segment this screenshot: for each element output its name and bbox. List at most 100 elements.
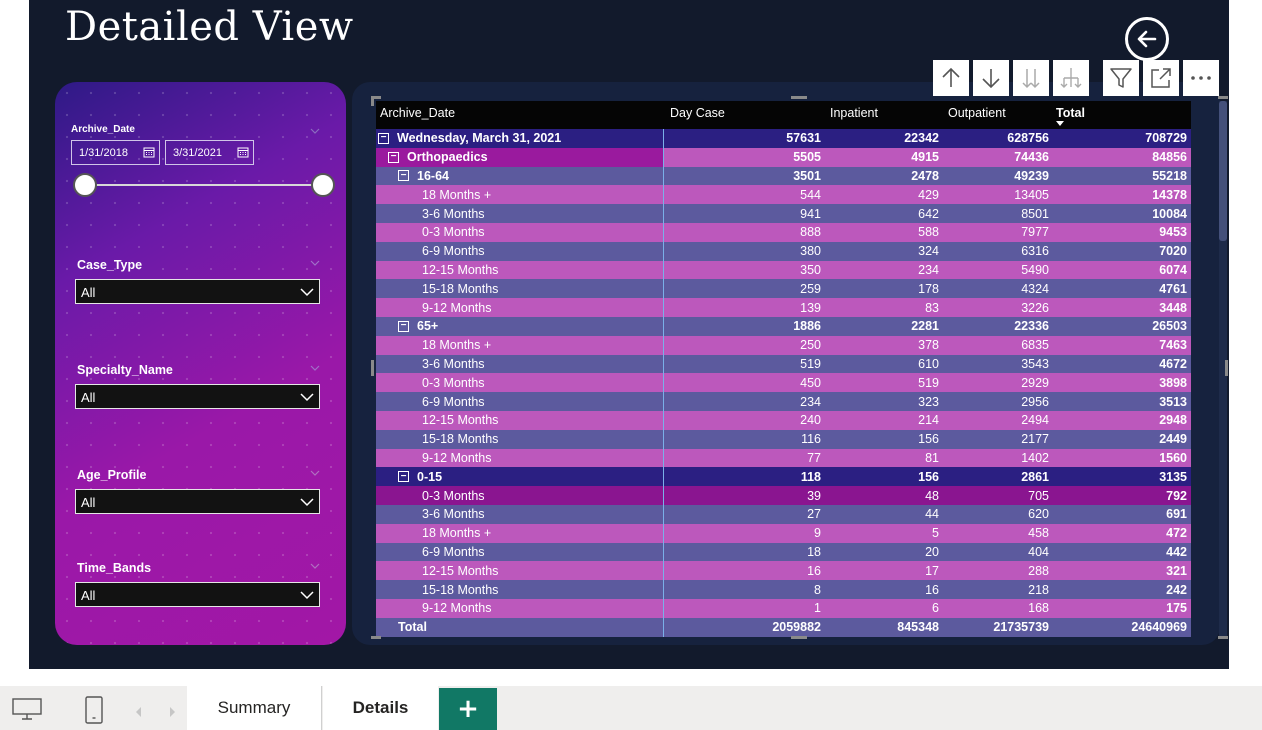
table-row[interactable]: 0-3 Months 450 519 2929 3898: [376, 373, 1191, 393]
table-row[interactable]: 3-6 Months 27 44 620 691: [376, 504, 1191, 524]
column-header-inpatient[interactable]: Inpatient: [824, 101, 942, 129]
collapse-icon[interactable]: −: [398, 170, 409, 182]
row-label: 65+: [417, 319, 439, 334]
end-date-input[interactable]: 3/31/2021: [165, 140, 254, 165]
value-cell: 16: [925, 582, 939, 597]
table-row[interactable]: 15-18 Months 259 178 4324 4761: [376, 279, 1191, 299]
row-label-cell: 3-6 Months: [376, 354, 664, 374]
total-value-cell: 21735739: [993, 620, 1049, 635]
case-type-dropdown[interactable]: All: [75, 279, 320, 304]
chevron-down-icon[interactable]: [310, 126, 320, 136]
value-cell: 288: [1028, 563, 1049, 578]
table-row[interactable]: −0-15 118 156 2861 3135: [376, 467, 1191, 487]
row-label-cell: 0-3 Months: [376, 222, 664, 242]
chevron-down-icon[interactable]: [310, 258, 320, 268]
specialty-name-dropdown[interactable]: All: [75, 384, 320, 409]
table-row[interactable]: 15-18 Months 8 16 218 242: [376, 580, 1191, 599]
resize-handle[interactable]: [1225, 360, 1228, 376]
resize-handle[interactable]: [371, 96, 374, 106]
row-label-cell: −16-64: [376, 166, 664, 186]
chevron-down-icon: [300, 393, 314, 402]
chevron-right-icon[interactable]: [167, 706, 177, 718]
calendar-icon[interactable]: [237, 146, 249, 158]
table-row[interactable]: −65+ 1886 2281 22336 26503: [376, 316, 1191, 336]
resize-handle[interactable]: [791, 96, 807, 99]
table-row[interactable]: 18 Months + 9 5 458 472: [376, 523, 1191, 543]
drill-up-button[interactable]: [933, 60, 969, 96]
date-range-slider-track[interactable]: [85, 184, 323, 186]
value-cell: 242: [1166, 582, 1187, 597]
resize-handle[interactable]: [1218, 96, 1228, 99]
row-label: 6-9 Months: [422, 544, 485, 559]
table-row[interactable]: −16-64 3501 2478 49239 55218: [376, 166, 1191, 186]
collapse-icon[interactable]: −: [378, 132, 389, 144]
value-cell: 2478: [911, 168, 939, 183]
phone-icon[interactable]: [85, 696, 103, 724]
tab-summary[interactable]: Summary: [187, 686, 322, 730]
resize-handle[interactable]: [791, 636, 807, 639]
more-options-button[interactable]: [1183, 60, 1219, 96]
table-row[interactable]: 12-15 Months 350 234 5490 6074: [376, 260, 1191, 280]
value-cell: 5490: [1021, 262, 1049, 277]
resize-handle[interactable]: [371, 636, 381, 639]
drill-up-icon: [942, 67, 960, 87]
column-header-total[interactable]: Total: [1052, 101, 1190, 129]
value-cell: 6074: [1159, 262, 1187, 277]
collapse-icon[interactable]: −: [388, 151, 399, 163]
table-row[interactable]: 0-3 Months 888 588 7977 9453: [376, 222, 1191, 242]
chevron-down-icon[interactable]: [310, 561, 320, 571]
column-header-outpatient[interactable]: Outpatient: [942, 101, 1052, 129]
filter-button[interactable]: [1103, 60, 1139, 96]
chevron-left-icon[interactable]: [134, 706, 144, 718]
expand-hierarchy-button[interactable]: [1053, 60, 1089, 96]
collapse-icon[interactable]: −: [398, 471, 409, 483]
value-cell: 429: [918, 187, 939, 202]
value-cell: 6316: [1021, 244, 1049, 259]
table-row[interactable]: 0-3 Months 39 48 705 792: [376, 486, 1191, 505]
table-row[interactable]: 15-18 Months 116 156 2177 2449: [376, 429, 1191, 449]
row-label: 12-15 Months: [422, 413, 499, 428]
table-row[interactable]: 6-9 Months 18 20 404 442: [376, 542, 1191, 562]
value-cell: 5505: [793, 150, 821, 165]
resize-handle[interactable]: [1218, 636, 1228, 639]
column-header-day-case[interactable]: Day Case: [664, 101, 824, 129]
row-label-cell: 18 Months +: [376, 185, 664, 205]
back-button[interactable]: [1125, 17, 1169, 61]
chevron-down-icon[interactable]: [310, 468, 320, 478]
row-label: 0-3 Months: [422, 225, 485, 240]
table-row[interactable]: − Orthopaedics 5505 4915 74436 84856: [376, 147, 1191, 167]
row-label: 12-15 Months: [422, 262, 499, 277]
table-row[interactable]: 9-12 Months 139 83 3226 3448: [376, 298, 1191, 317]
table-row[interactable]: 18 Months + 544 429 13405 14378: [376, 185, 1191, 205]
collapse-icon[interactable]: −: [398, 320, 409, 332]
tab-details[interactable]: Details: [323, 686, 438, 730]
resize-handle[interactable]: [371, 360, 374, 376]
time-bands-dropdown[interactable]: All: [75, 582, 320, 607]
slider-end-handle[interactable]: [311, 173, 335, 197]
age-profile-dropdown[interactable]: All: [75, 489, 320, 514]
table-row[interactable]: 12-15 Months 16 17 288 321: [376, 561, 1191, 581]
table-row[interactable]: 3-6 Months 941 642 8501 10084: [376, 204, 1191, 223]
expand-all-button[interactable]: [1013, 60, 1049, 96]
matrix-scroll-thumb[interactable]: [1219, 101, 1227, 241]
chevron-down-icon[interactable]: [310, 363, 320, 373]
start-date-input[interactable]: 1/31/2018: [71, 140, 160, 165]
table-row[interactable]: − Wednesday, March 31, 2021 57631 22342 6287…: [376, 129, 1191, 148]
table-row[interactable]: 6-9 Months 380 324 6316 7020: [376, 241, 1191, 261]
drill-down-button[interactable]: [973, 60, 1009, 96]
focus-mode-button[interactable]: [1143, 60, 1179, 96]
slider-start-handle[interactable]: [73, 173, 97, 197]
table-row[interactable]: 3-6 Months 519 610 3543 4672: [376, 354, 1191, 374]
table-row[interactable]: 6-9 Months 234 323 2956 3513: [376, 392, 1191, 411]
row-label-cell: 15-18 Months: [376, 429, 664, 449]
calendar-icon[interactable]: [143, 146, 155, 158]
add-page-button[interactable]: +: [439, 688, 497, 730]
desktop-icon[interactable]: [12, 698, 42, 720]
value-cell: 642: [918, 206, 939, 221]
table-row[interactable]: 9-12 Months 77 81 1402 1560: [376, 448, 1191, 468]
column-header-archive-date[interactable]: Archive_Date: [376, 101, 664, 129]
table-row[interactable]: 12-15 Months 240 214 2494 2948: [376, 410, 1191, 430]
row-label: 15-18 Months: [422, 582, 499, 597]
table-row[interactable]: 9-12 Months 1 6 168 175: [376, 598, 1191, 618]
table-row[interactable]: 18 Months + 250 378 6835 7463: [376, 335, 1191, 355]
